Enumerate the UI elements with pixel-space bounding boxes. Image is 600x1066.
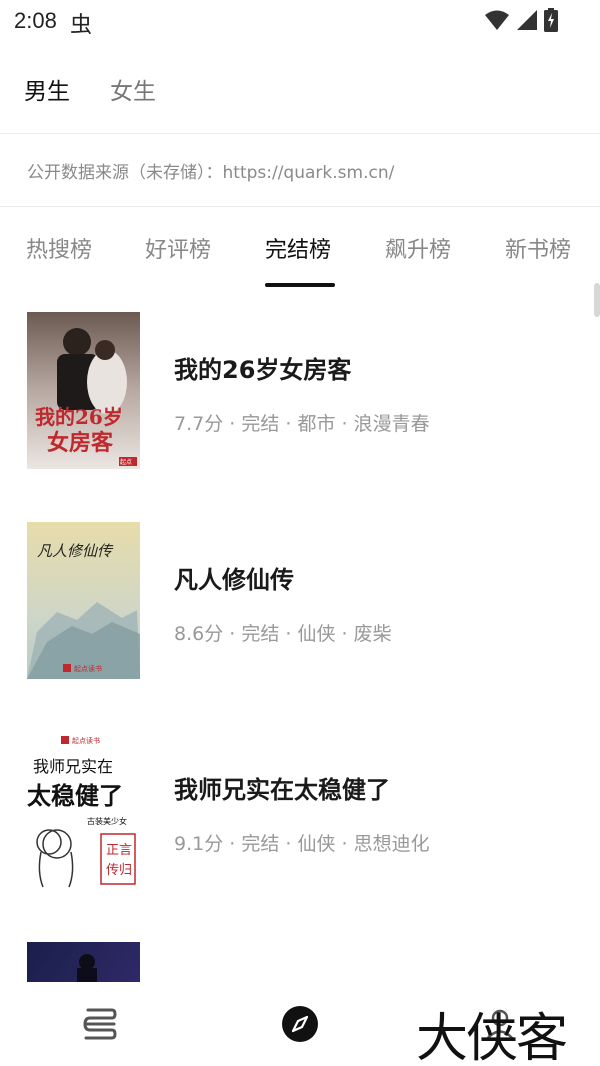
wifi-icon	[485, 10, 509, 30]
book-meta: 8.6分 · 完结 · 仙侠 · 废柴	[174, 623, 392, 645]
book-list: 我的26岁 女房客 起点 我的26岁女房客 7.7分 · 完结 · 都市 · 浪…	[0, 312, 600, 982]
active-tab-indicator	[265, 283, 335, 287]
svg-text:女房客: 女房客	[47, 430, 114, 456]
book-cover	[27, 942, 140, 982]
debug-bug-icon: 虫	[70, 13, 93, 38]
battery-icon	[544, 8, 558, 32]
tab-new-books[interactable]: 新书榜	[505, 232, 571, 264]
book-title: 凡人修仙传	[174, 566, 294, 594]
divider-source	[0, 206, 600, 207]
svg-text:古装美少女: 古装美少女	[87, 816, 127, 826]
svg-text:我师兄实在: 我师兄实在	[33, 757, 113, 776]
divider-top	[0, 133, 600, 134]
book-cover: 我的26岁 女房客 起点	[27, 312, 140, 469]
svg-text:传归: 传归	[106, 863, 132, 878]
book-cover: 凡人修仙传 起点读书	[27, 522, 140, 679]
svg-text:起点: 起点	[120, 458, 132, 466]
gender-tabs: 男生 女生	[0, 60, 600, 116]
book-item[interactable]: 起点读书 我师兄实在 太稳健了 古装美少女 正言 传归 我师兄实在太稳健了 9.…	[0, 732, 600, 892]
ranking-tabs: 热搜榜 好评榜 完结榜 飙升榜 新书榜	[0, 220, 600, 290]
svg-text:正言: 正言	[106, 843, 132, 858]
svg-text:起点读书: 起点读书	[74, 664, 102, 673]
svg-text:起点读书: 起点读书	[72, 736, 100, 745]
tab-female[interactable]: 女生	[110, 72, 156, 106]
discover-compass-icon[interactable]	[282, 1006, 318, 1042]
cell-signal-icon	[517, 10, 537, 30]
book-title: 我的26岁女房客	[174, 356, 352, 384]
tab-hot-search[interactable]: 热搜榜	[26, 232, 92, 264]
watermark-logo: 大侠客	[416, 1009, 568, 1066]
book-item[interactable]	[0, 942, 600, 982]
book-item[interactable]: 凡人修仙传 起点读书 凡人修仙传 8.6分 · 完结 · 仙侠 · 废柴	[0, 522, 600, 682]
bookshelf-icon[interactable]	[82, 1007, 118, 1041]
svg-text:凡人修仙传: 凡人修仙传	[37, 542, 114, 560]
book-meta: 9.1分 · 完结 · 仙侠 · 思想迪化	[174, 833, 430, 855]
status-time: 2:08	[14, 8, 57, 33]
book-title: 我师兄实在太稳健了	[174, 776, 390, 804]
tab-rising[interactable]: 飙升榜	[385, 232, 451, 264]
data-source-note: 公开数据来源（未存储）：https://quark.sm.cn/	[27, 163, 395, 183]
svg-text:太稳健了: 太稳健了	[27, 782, 123, 810]
tab-completed[interactable]: 完结榜	[265, 232, 331, 264]
svg-text:我的26岁: 我的26岁	[35, 405, 123, 429]
book-cover: 起点读书 我师兄实在 太稳健了 古装美少女 正言 传归	[27, 732, 140, 889]
book-item[interactable]: 我的26岁 女房客 起点 我的26岁女房客 7.7分 · 完结 · 都市 · 浪…	[0, 312, 600, 472]
book-meta: 7.7分 · 完结 · 都市 · 浪漫青春	[174, 413, 430, 435]
status-icons	[484, 8, 558, 32]
tab-top-rated[interactable]: 好评榜	[145, 232, 211, 264]
tab-male[interactable]: 男生	[24, 72, 70, 106]
status-bar: 2:08 虫	[0, 0, 600, 42]
